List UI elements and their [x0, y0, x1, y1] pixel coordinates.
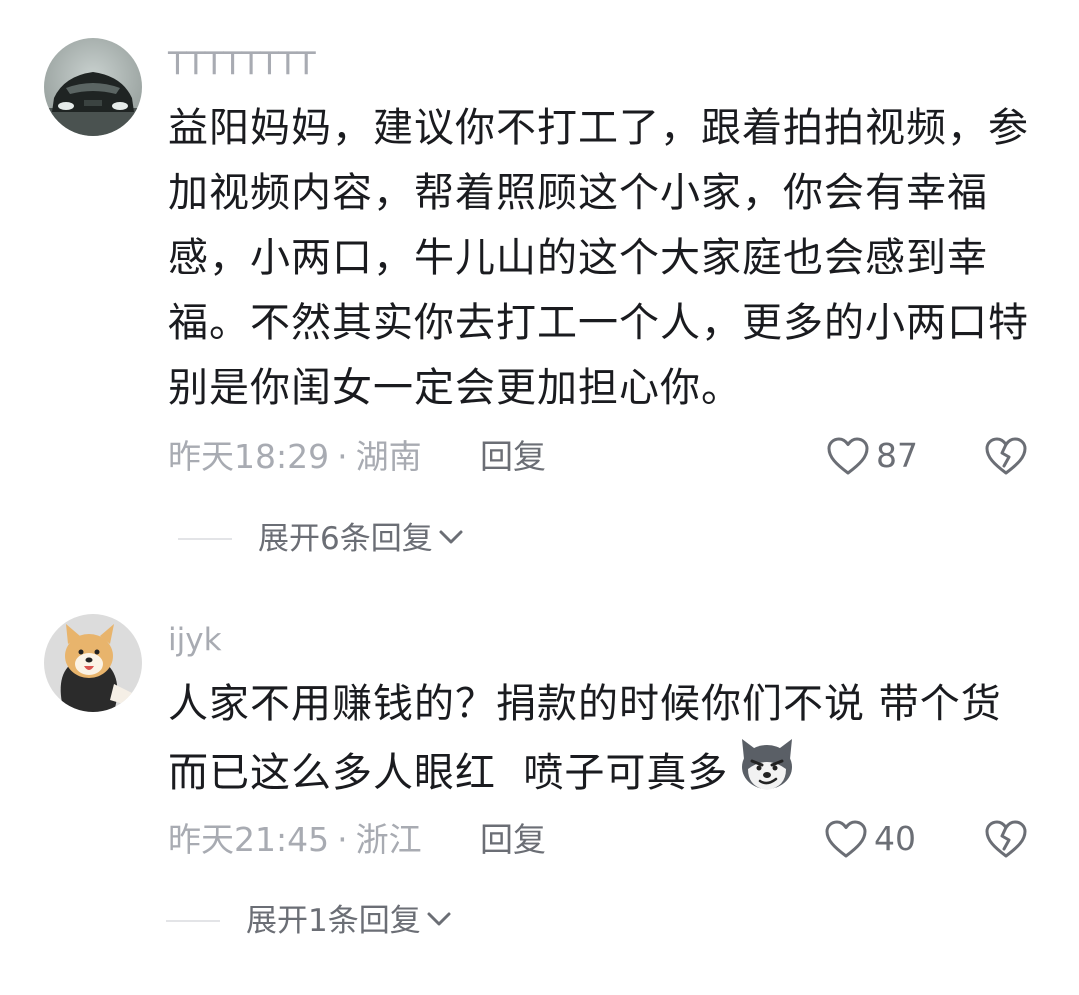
comment-time: 昨天21:45 [168, 820, 330, 859]
shiba-dog-avatar-icon [44, 614, 142, 712]
expand-replies-button[interactable]: 展开1条回复 [166, 901, 453, 941]
like-count: 40 [874, 819, 916, 858]
broken-heart-icon [985, 820, 1027, 858]
comment-meta: 昨天21:45 · 浙江 [168, 820, 422, 860]
comment-item: ijyk 人家不用赚钱的？捐款的时候你们不说 带个货 而已这么多人眼红 喷子可真… [0, 0, 1079, 995]
dislike-button[interactable] [984, 819, 1028, 863]
comment-text: 人家不用赚钱的？捐款的时候你们不说 带个货 而已这么多人眼红 喷子可真多 [168, 672, 1048, 813]
username[interactable]: ijyk [168, 622, 222, 658]
comment-text-line: 人家不用赚钱的？捐款的时候你们不说 带个货 [168, 681, 1002, 727]
expand-replies-label: 展开1条回复 [246, 903, 421, 939]
heart-icon [825, 820, 867, 858]
user-avatar[interactable] [44, 614, 142, 712]
comment-text-line: 而已这么多人眼红 喷子可真多 [168, 737, 1048, 813]
meta-separator: · [337, 820, 348, 859]
reply-button[interactable]: 回复 [480, 820, 546, 860]
comment-text-segment: 而已这么多人眼红 喷子可真多 [168, 750, 729, 796]
comment-location: 浙江 [355, 820, 422, 859]
like-button[interactable]: 40 [824, 819, 916, 859]
husky-smirk-emoji-icon [738, 737, 796, 813]
expand-divider [166, 920, 220, 922]
chevron-down-icon [425, 909, 453, 933]
